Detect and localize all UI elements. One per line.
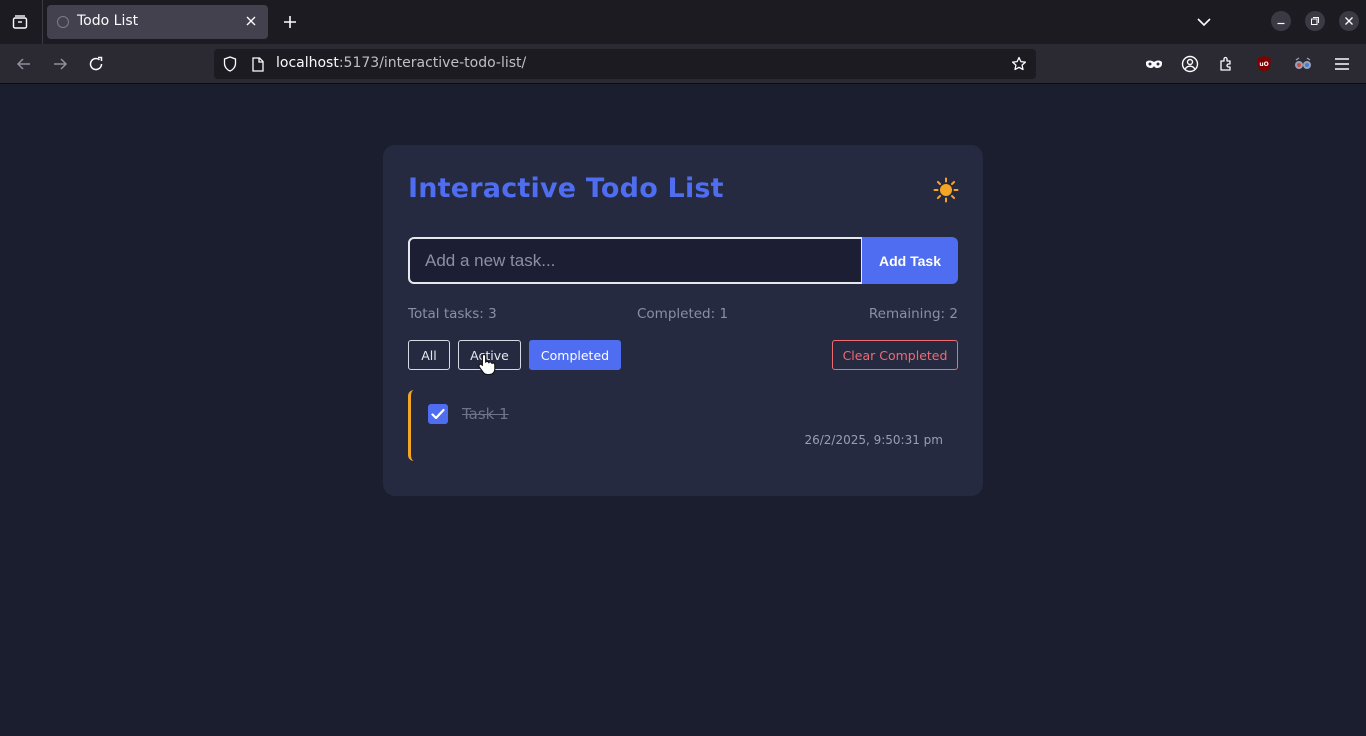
- minimize-icon: [1277, 22, 1285, 25]
- tab-title: Todo List: [77, 13, 139, 29]
- todo-date: 26/2/2025, 9:50:31 pm: [804, 433, 943, 447]
- page-icon[interactable]: [249, 55, 267, 73]
- back-button[interactable]: [12, 52, 36, 76]
- remaining-tasks-stat: Remaining: 2: [868, 306, 958, 322]
- arrow-left-icon: [16, 58, 30, 70]
- tab-overview-icon: [12, 15, 28, 29]
- ublock-origin-icon[interactable]: uO: [1253, 53, 1275, 75]
- tab-separator: [42, 0, 43, 44]
- todo-checkbox[interactable]: [428, 404, 448, 424]
- forward-button[interactable]: [48, 52, 72, 76]
- new-task-input[interactable]: [408, 237, 863, 284]
- browser-tab-bar: Todo List: [0, 0, 1366, 44]
- address-bar[interactable]: localhost:5173/interactive-todo-list/: [214, 49, 1036, 79]
- restore-icon: [1311, 17, 1319, 25]
- close-window-button[interactable]: [1339, 11, 1359, 31]
- completed-tasks-stat: Completed: 1: [637, 306, 729, 322]
- extensions-icon[interactable]: [1215, 53, 1237, 75]
- close-icon: [246, 16, 256, 26]
- globe-icon: [57, 16, 69, 28]
- clear-completed-button[interactable]: Clear Completed: [832, 340, 958, 370]
- todo-card: Interactive Todo List Add Task Total tas…: [383, 145, 983, 496]
- theme-toggle-button[interactable]: [931, 175, 961, 205]
- checkmark-icon: [431, 408, 445, 420]
- chevron-down-icon: [1197, 17, 1211, 26]
- plus-icon: [284, 16, 296, 28]
- browser-toolbar: localhost:5173/interactive-todo-list/ uO: [0, 44, 1366, 84]
- new-tab-button[interactable]: [279, 11, 301, 33]
- shield-icon[interactable]: [221, 55, 239, 73]
- url-host: localhost: [276, 55, 339, 71]
- reload-icon: [89, 56, 103, 71]
- reload-button[interactable]: [84, 52, 108, 76]
- url-text[interactable]: localhost:5173/interactive-todo-list/: [276, 55, 526, 71]
- url-path: :5173/interactive-todo-list/: [338, 55, 527, 71]
- extension-glasses-icon[interactable]: [1292, 53, 1314, 75]
- account-icon[interactable]: [1179, 53, 1201, 75]
- minimize-button[interactable]: [1271, 11, 1291, 31]
- menu-icon[interactable]: [1331, 53, 1353, 75]
- total-tasks-stat: Total tasks: 3: [408, 306, 497, 322]
- add-task-button[interactable]: Add Task: [862, 237, 958, 284]
- close-icon: [1345, 17, 1353, 25]
- todo-item: Task 1 26/2/2025, 9:50:31 pm: [408, 390, 958, 461]
- todo-text[interactable]: Task 1: [462, 405, 509, 423]
- filter-all-button[interactable]: All: [408, 340, 450, 370]
- restore-button[interactable]: [1305, 11, 1325, 31]
- private-mask-icon[interactable]: [1143, 53, 1165, 75]
- bookmark-star-icon[interactable]: [1010, 55, 1028, 73]
- svg-text:uO: uO: [1259, 61, 1268, 68]
- page-title: Interactive Todo List: [408, 173, 724, 204]
- browser-tab[interactable]: Todo List: [47, 5, 268, 39]
- filter-completed-button[interactable]: Completed: [529, 340, 621, 370]
- tab-overview-button[interactable]: [8, 10, 32, 34]
- list-all-tabs-button[interactable]: [1193, 11, 1215, 33]
- tab-close-button[interactable]: [242, 12, 260, 30]
- arrow-right-icon: [54, 58, 68, 70]
- filter-active-button[interactable]: Active: [458, 340, 521, 370]
- sun-icon: [933, 177, 959, 203]
